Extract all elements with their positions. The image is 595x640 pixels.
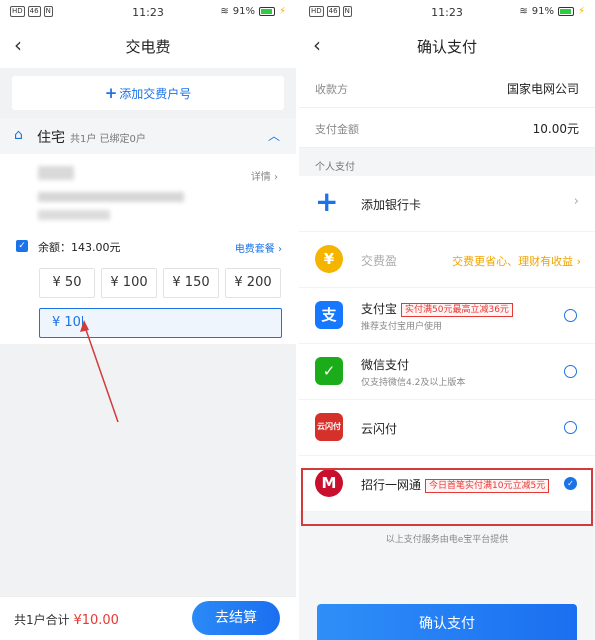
wechat-icon: ✓ xyxy=(315,357,343,385)
provider-note: 以上支付服务由电e宝平台提供 xyxy=(385,535,509,545)
title-bar: ‹ 交电费 xyxy=(0,24,296,68)
screenshot: HD 46 N 11:23 ≋ 91% ⚡ ‹ 交电费 + 添加交费户号 ⌂ 住宅 共… xyxy=(0,0,595,640)
wifi-icon: ≋ xyxy=(220,6,229,17)
amount-option[interactable]: ¥ 150 xyxy=(163,268,219,298)
battery-icon xyxy=(258,7,275,16)
page-title: 确认支付 xyxy=(416,38,477,56)
wechat-radio[interactable] xyxy=(564,365,577,378)
alipay-name: 支付宝 实付满50元最高立减36元 xyxy=(361,300,513,317)
total-value: ¥10.00 xyxy=(73,613,119,628)
battery-percent: 91% xyxy=(232,6,255,17)
confirm-pay-button[interactable]: 确认支付 xyxy=(317,604,577,640)
status-bar: HD 46 N 11:23 ≋ 91% ⚡ xyxy=(0,0,296,24)
unionpay-radio[interactable] xyxy=(564,421,577,434)
status-right: ≋ 91% ⚡ xyxy=(519,6,585,17)
amount-options: ¥ 50 ¥ 100 ¥ 150 ¥ 200 xyxy=(39,268,281,298)
wechat-row[interactable]: ✓ 微信支付 仅支持微信4.2及以上版本 xyxy=(299,344,595,400)
alipay-label: 支付宝 xyxy=(361,302,398,316)
alipay-sub: 推荐支付宝用户使用 xyxy=(361,322,443,332)
total-text: 共1户合计 ¥10.00 xyxy=(14,611,119,628)
blurred-address xyxy=(38,210,110,220)
pay-electricity-screen: HD 46 N 11:23 ≋ 91% ⚡ ‹ 交电费 + 添加交费户号 ⌂ 住宅 共… xyxy=(0,0,296,640)
chevron-right-icon: › xyxy=(573,194,579,209)
unionpay-icon: 云闪付 xyxy=(315,413,343,441)
battery-percent: 91% xyxy=(531,6,554,17)
blurred-account-name xyxy=(38,166,74,180)
total-label: 共1户合计 xyxy=(14,613,70,627)
annotation-arrow xyxy=(80,320,119,423)
house-group-header[interactable]: ⌂ 住宅 共1户 已绑定0户 ︿ xyxy=(0,118,296,154)
jfy-promo[interactable]: 交费更省心、理财有收益 › xyxy=(452,253,581,269)
collapse-icon[interactable]: ︿ xyxy=(268,127,280,144)
add-card-label: 添加银行卡 xyxy=(361,198,422,212)
house-name: 住宅 xyxy=(37,130,65,146)
amount-value: 10.00元 xyxy=(532,122,579,136)
alipay-row[interactable]: 支 支付宝 实付满50元最高立减36元 推荐支付宝用户使用 xyxy=(299,288,595,344)
jfy-row[interactable]: ¥ 交费盈 交费更省心、理财有收益 › xyxy=(299,232,595,288)
payment-info: 收款方 国家电网公司 支付金额 10.00元 xyxy=(299,68,595,148)
title-bar: ‹ 确认支付 xyxy=(299,24,595,68)
section-label: 个人支付 xyxy=(315,162,355,173)
add-bank-card-row[interactable]: + 添加银行卡 › xyxy=(299,176,595,232)
settle-button[interactable]: 去结算 xyxy=(192,601,280,635)
plus-icon: + xyxy=(315,185,339,218)
confirm-payment-screen: HD 46 N 11:23 ≋ 91% ⚡ ‹ 确认支付 收款方 国家电网公司 支付… xyxy=(299,0,595,640)
amount-option[interactable]: ¥ 200 xyxy=(225,268,281,298)
charging-icon: ⚡ xyxy=(577,6,585,17)
plus-icon: + xyxy=(104,84,118,102)
battery-icon xyxy=(557,7,574,16)
bottom-bar: 共1户合计 ¥10.00 去结算 xyxy=(0,596,296,640)
unionpay-label: 云闪付 xyxy=(361,422,398,436)
package-link[interactable]: 电费套餐 › xyxy=(235,240,282,255)
wechat-label: 微信支付 xyxy=(361,358,410,372)
detail-link[interactable]: 详情 › xyxy=(251,168,278,183)
balance-text: 余额：143.00元 xyxy=(38,241,121,254)
unionpay-row[interactable]: 云闪付 云闪付 xyxy=(299,400,595,456)
amount-option[interactable]: ¥ 50 xyxy=(39,268,95,298)
home-icon: ⌂ xyxy=(14,127,23,143)
charging-icon: ⚡ xyxy=(278,6,286,17)
alipay-icon: 支 xyxy=(315,301,343,329)
alipay-radio[interactable] xyxy=(564,309,577,322)
alipay-promo: 实付满50元最高立减36元 xyxy=(401,302,513,317)
account-card: 详情 › ✓ 余额：143.00元 电费套餐 › ¥ 50 ¥ 100 ¥ 15… xyxy=(0,154,296,344)
blurred-account-number xyxy=(38,192,184,202)
account-checkbox[interactable]: ✓ xyxy=(16,240,28,252)
add-account-label: 添加交费户号 xyxy=(119,87,192,101)
page-title: 交电费 xyxy=(125,38,171,56)
amount-label: 支付金额 xyxy=(315,123,359,136)
coin-icon: ¥ xyxy=(315,245,343,273)
payee-row: 收款方 国家电网公司 xyxy=(299,68,595,108)
status-bar: HD 46 N 11:23 ≋ 91% ⚡ xyxy=(299,0,595,24)
section-header: 个人支付 xyxy=(299,148,595,176)
highlight-box xyxy=(301,468,593,526)
payee-value: 国家电网公司 xyxy=(506,82,579,96)
wechat-sub: 仅支持微信4.2及以上版本 xyxy=(361,378,466,388)
amount-option[interactable]: ¥ 100 xyxy=(101,268,157,298)
balance-row: ✓ 余额：143.00元 电费套餐 › xyxy=(16,238,282,256)
jfy-label: 交费盈 xyxy=(361,254,398,268)
house-count: 共1户 已绑定0户 xyxy=(70,134,146,145)
wifi-icon: ≋ xyxy=(519,6,528,17)
status-right: ≋ 91% ⚡ xyxy=(220,6,286,17)
add-account-button[interactable]: + 添加交费户号 xyxy=(12,76,284,110)
amount-row: 支付金额 10.00元 xyxy=(299,108,595,148)
payee-label: 收款方 xyxy=(315,83,348,96)
